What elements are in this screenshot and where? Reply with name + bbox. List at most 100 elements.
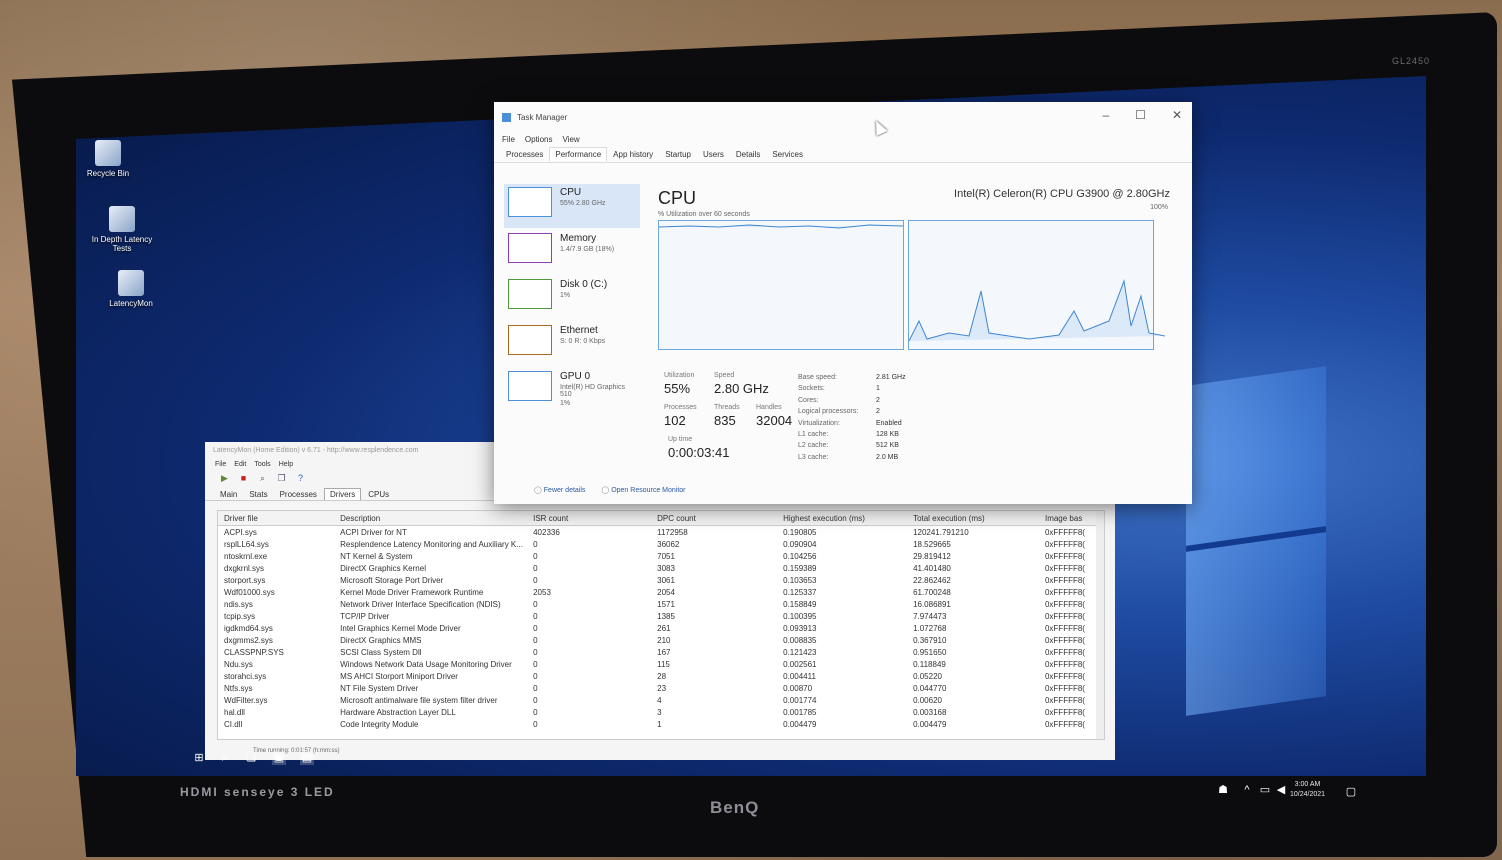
tab-app-history[interactable]: App history bbox=[607, 147, 659, 162]
table-row[interactable]: CLASSPNP.SYS SCSI Class System Dll 0 167 0.1… bbox=[218, 646, 1104, 658]
tab-stats[interactable]: Stats bbox=[244, 489, 272, 500]
graph-max-label: 100% bbox=[1150, 204, 1168, 211]
table-row[interactable]: hal.dll Hardware Abstraction Layer DLL 0 3 0… bbox=[218, 706, 1104, 718]
table-row[interactable]: ntoskrnl.exe NT Kernel & System 0 7051 0.104… bbox=[218, 550, 1104, 562]
search-icon[interactable]: ⌕ bbox=[218, 751, 232, 765]
table-scrollbar[interactable] bbox=[1096, 511, 1104, 739]
table-cell: ndis.sys bbox=[224, 599, 253, 609]
table-row[interactable]: Ndu.sys Windows Network Data Usage Monito… bbox=[218, 658, 1104, 670]
network-icon[interactable]: ▭ bbox=[1258, 783, 1272, 797]
column-header[interactable]: DPC count bbox=[657, 514, 783, 523]
table-cell: Ndu.sys bbox=[224, 659, 253, 669]
table-row[interactable]: CI.dll Code Integrity Module 0 1 0.004479 0.0… bbox=[218, 718, 1104, 730]
detail-value: 1 bbox=[876, 385, 880, 393]
stop-icon[interactable]: ■ bbox=[238, 473, 249, 484]
tab-performance[interactable]: Performance bbox=[549, 147, 608, 162]
menu-help[interactable]: Help bbox=[279, 461, 293, 468]
people-icon[interactable]: ☗ bbox=[1216, 783, 1230, 797]
table-cell: Network Driver Interface Specification (… bbox=[340, 599, 501, 609]
tab-cpus[interactable]: CPUs bbox=[363, 489, 394, 500]
table-cell: 0 bbox=[533, 539, 538, 549]
stat-value: 0:00:03:41 bbox=[668, 445, 730, 460]
tab-drivers[interactable]: Drivers bbox=[323, 488, 362, 500]
fewer-details-link[interactable]: Fewer details bbox=[534, 486, 586, 494]
table-body: ACPI.sys ACPI Driver for NT 402336 1172958 0… bbox=[218, 526, 1104, 730]
help-icon[interactable]: ? bbox=[295, 473, 306, 484]
tab-services[interactable]: Services bbox=[766, 147, 809, 162]
table-cell: 0.190805 bbox=[783, 527, 817, 537]
stat-value: 835 bbox=[714, 413, 736, 428]
detail-row: Logical processors: 2 bbox=[798, 406, 906, 417]
menu-options[interactable]: Options bbox=[525, 135, 553, 144]
tab-details[interactable]: Details bbox=[730, 147, 766, 162]
table-cell: 36062 bbox=[657, 539, 680, 549]
search-icon[interactable]: ⌕ bbox=[257, 473, 268, 484]
copy-icon[interactable]: ❐ bbox=[276, 473, 287, 484]
chevron-up-icon[interactable]: ^ bbox=[1240, 783, 1254, 797]
desktop-icon-recycle-bin[interactable]: Recycle Bin bbox=[73, 140, 143, 178]
sidebar-item-sub: 55% 2.80 GHz bbox=[560, 200, 606, 207]
table-row[interactable]: dxgkrnl.sys DirectX Graphics Kernel 0 3083 0… bbox=[218, 562, 1104, 574]
play-icon[interactable]: ▶ bbox=[219, 473, 230, 484]
table-row[interactable]: igdkmd64.sys Intel Graphics Kernel Mode D… bbox=[218, 622, 1104, 634]
table-cell: 0.008835 bbox=[783, 635, 817, 645]
menu-view[interactable]: View bbox=[562, 135, 579, 144]
tab-main[interactable]: Main bbox=[215, 489, 242, 500]
menu-file[interactable]: File bbox=[215, 461, 226, 468]
table-row[interactable]: Ntfs.sys NT File System Driver 0 23 0.00870 0… bbox=[218, 682, 1104, 694]
minimize-icon[interactable]: – bbox=[1102, 108, 1109, 122]
table-cell: 0.100395 bbox=[783, 611, 817, 621]
table-row[interactable]: rsplLL64.sys Resplendence Latency Monitor… bbox=[218, 538, 1104, 550]
sidebar-item-memory[interactable]: Memory 1.4/7.9 GB (18%) bbox=[504, 230, 640, 274]
detail-key: Sockets: bbox=[798, 385, 825, 393]
table-row[interactable]: storport.sys Microsoft Storage Port Drive… bbox=[218, 574, 1104, 586]
notifications-icon[interactable]: ▢ bbox=[1344, 785, 1358, 799]
tab-startup[interactable]: Startup bbox=[659, 147, 697, 162]
table-row[interactable]: dxgmms2.sys DirectX Graphics MMS 0 210 0.008… bbox=[218, 634, 1104, 646]
menu-edit[interactable]: Edit bbox=[234, 461, 246, 468]
taskbar-app-task-manager[interactable]: ▤ bbox=[300, 751, 314, 765]
sidebar-item-cpu[interactable]: CPU 55% 2.80 GHz bbox=[504, 184, 640, 228]
table-cell: 0.125337 bbox=[783, 587, 817, 597]
column-header[interactable]: Driver file bbox=[218, 514, 340, 523]
sidebar-item-label: Ethernet bbox=[560, 325, 598, 336]
menu-tools[interactable]: Tools bbox=[254, 461, 270, 468]
sidebar-item-ethernet[interactable]: Ethernet S: 0 R: 0 Kbps bbox=[504, 322, 640, 366]
sidebar-item-sub: 1% bbox=[560, 292, 571, 299]
table-row[interactable]: storahci.sys MS AHCI Storport Miniport Dr… bbox=[218, 670, 1104, 682]
task-manager-menu: File Options View bbox=[494, 132, 1192, 146]
menu-file[interactable]: File bbox=[502, 135, 515, 144]
table-cell: 0.367910 bbox=[913, 635, 947, 645]
column-header[interactable]: Description bbox=[340, 514, 533, 523]
tab-processes[interactable]: Processes bbox=[500, 147, 549, 162]
column-header[interactable]: Highest execution (ms) bbox=[783, 514, 913, 523]
taskbar-clock[interactable]: 3:00 AM 10/24/2021 bbox=[1290, 780, 1325, 800]
table-cell: 0.00620 bbox=[913, 695, 942, 705]
table-row[interactable]: Wdf01000.sys Kernel Mode Driver Framework… bbox=[218, 586, 1104, 598]
desktop-icon-latencymon[interactable]: LatencyMon bbox=[96, 270, 166, 308]
table-cell: storport.sys bbox=[224, 575, 266, 585]
volume-icon[interactable]: ◀ bbox=[1274, 783, 1288, 797]
maximize-icon[interactable]: ☐ bbox=[1135, 108, 1146, 122]
desktop-icon-latency-tests[interactable]: In Depth Latency Tests bbox=[87, 206, 157, 253]
table-row[interactable]: ndis.sys Network Driver Interface Specifi… bbox=[218, 598, 1104, 610]
tab-processes[interactable]: Processes bbox=[275, 489, 322, 500]
table-cell: 1571 bbox=[657, 599, 675, 609]
column-header[interactable]: ISR count bbox=[533, 514, 657, 523]
close-icon[interactable]: ✕ bbox=[1172, 108, 1182, 122]
start-icon[interactable]: ⊞ bbox=[192, 751, 206, 765]
tab-users[interactable]: Users bbox=[697, 147, 730, 162]
table-row[interactable]: WdFilter.sys Microsoft antimalware file s… bbox=[218, 694, 1104, 706]
column-header[interactable]: Total execution (ms) bbox=[913, 514, 1045, 523]
table-row[interactable]: tcpip.sys TCP/IP Driver 0 1385 0.100395 7.974… bbox=[218, 610, 1104, 622]
cpu-core-graph-2 bbox=[908, 220, 1166, 350]
taskbar-app-latencymon[interactable]: ▣ bbox=[272, 751, 286, 765]
table-cell: 2054 bbox=[657, 587, 675, 597]
open-resource-monitor-link[interactable]: Open Resource Monitor bbox=[601, 486, 685, 494]
sidebar-item-disk[interactable]: Disk 0 (C:) 1% bbox=[504, 276, 640, 320]
table-row[interactable]: ACPI.sys ACPI Driver for NT 402336 1172958 0… bbox=[218, 526, 1104, 538]
table-cell: dxgkrnl.sys bbox=[224, 563, 265, 573]
drivers-table: Driver file Description ISR count DPC co… bbox=[217, 510, 1105, 740]
task-view-icon[interactable]: ❏ bbox=[244, 751, 258, 765]
sidebar-item-gpu[interactable]: GPU 0 Intel(R) HD Graphics 510 1% bbox=[504, 368, 640, 412]
